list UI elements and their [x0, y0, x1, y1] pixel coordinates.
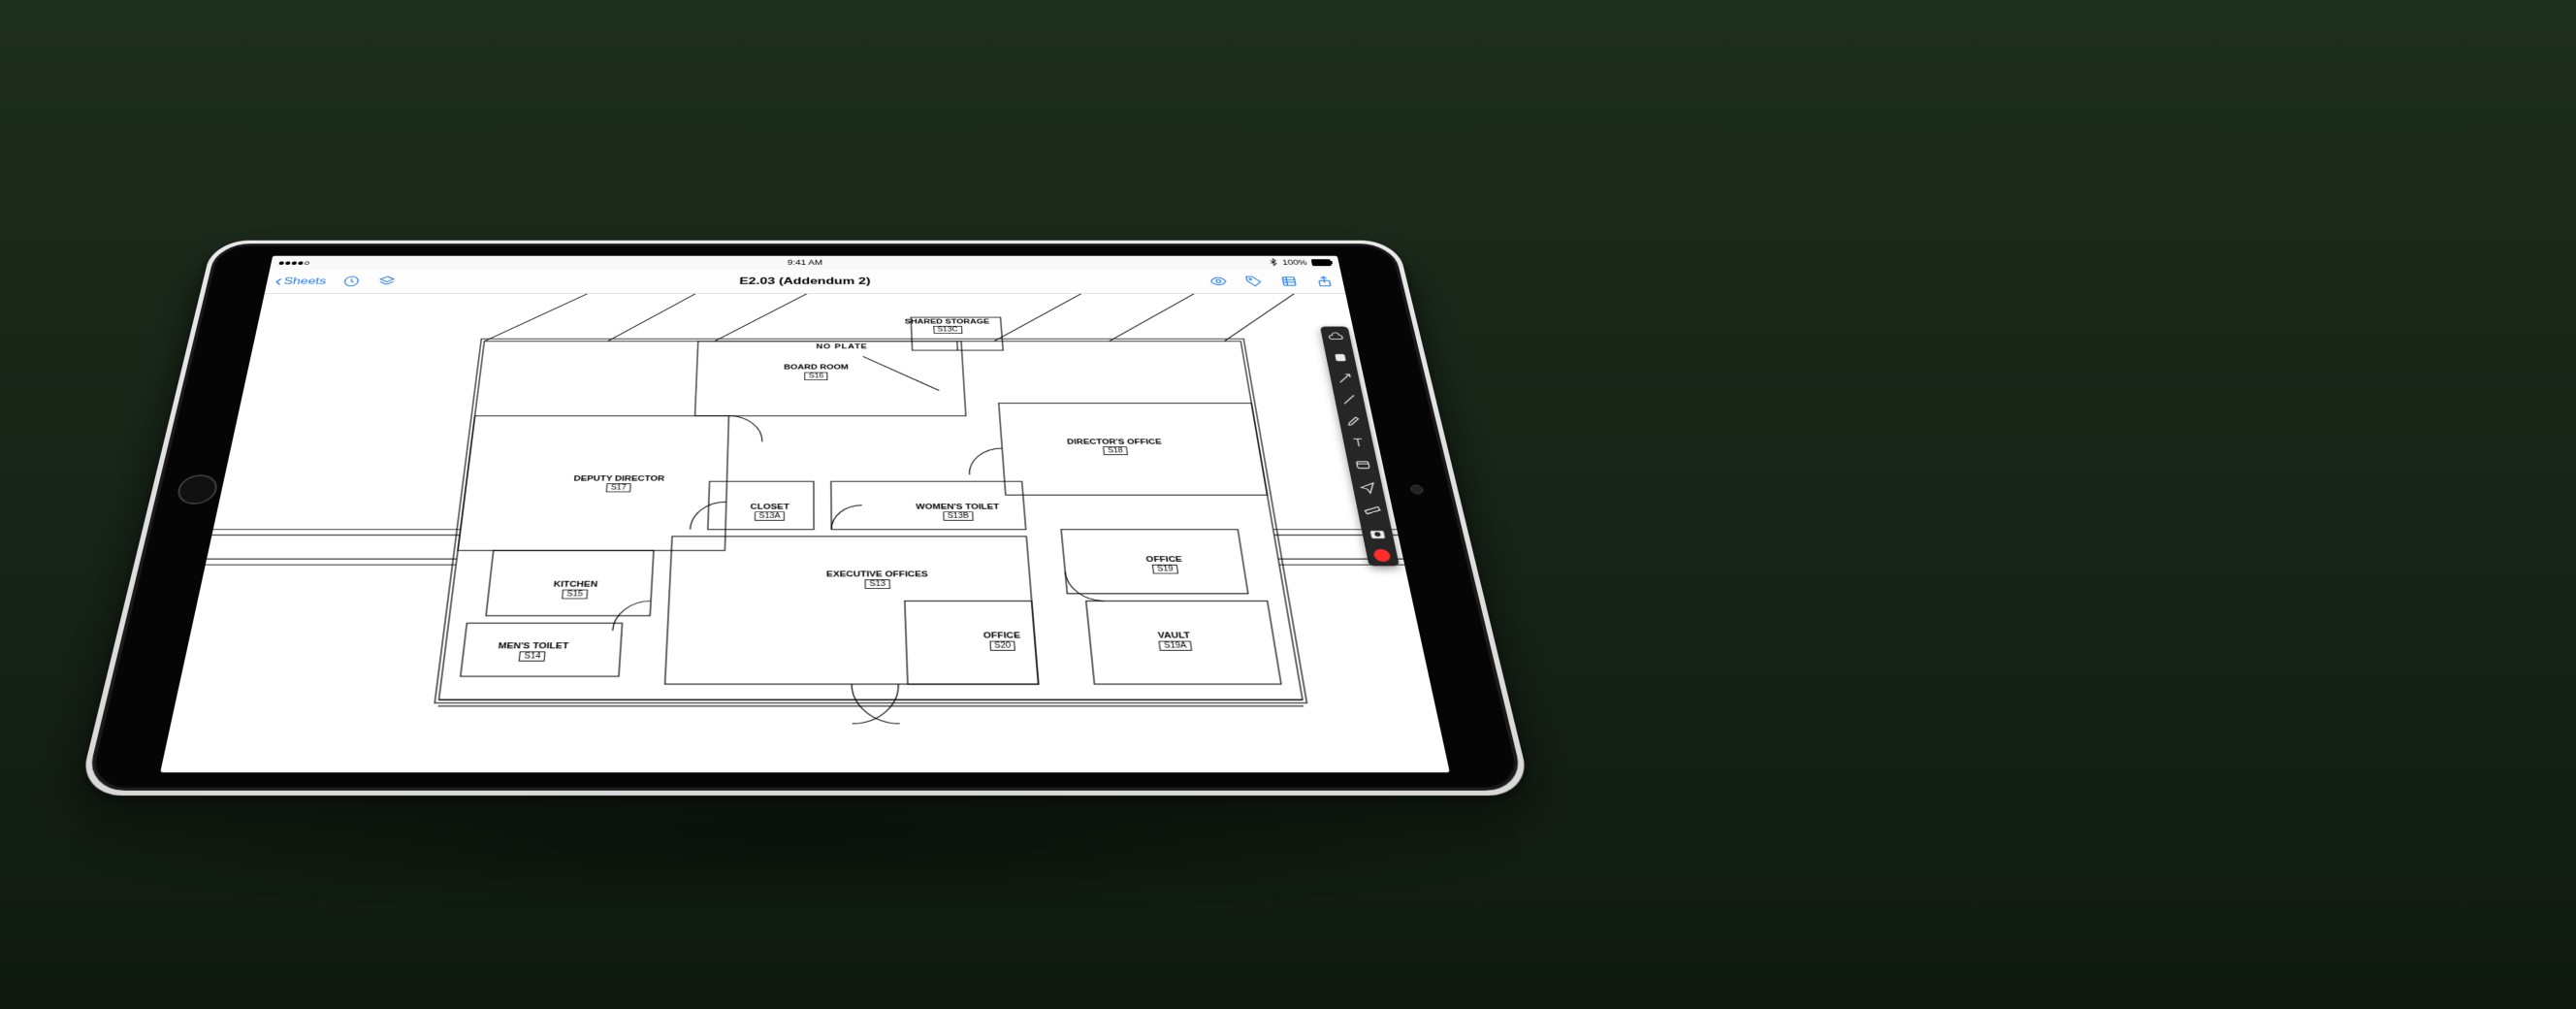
room-label: SHARED STORAGES13C: [905, 318, 990, 334]
stamp-tool-icon[interactable]: [1351, 457, 1375, 472]
room-label: EXECUTIVE OFFICESS13: [826, 570, 928, 589]
ios-status-bar: 9:41 AM 100%: [270, 256, 1340, 270]
bluetooth-icon: [1269, 258, 1278, 268]
ipad-home-button[interactable]: [175, 474, 219, 504]
floor-plan: NO PLATE SHARED STORAGES13C BOARD ROOMS16…: [160, 294, 1450, 772]
line-tool-icon[interactable]: [1337, 392, 1361, 407]
arrow-tool-icon[interactable]: [1334, 371, 1357, 385]
app-screen: 9:41 AM 100% ‹ Sheets: [160, 256, 1450, 772]
app-nav-bar: ‹ Sheets E2.03 (Addendum 2): [265, 270, 1346, 294]
room-label: WOMEN'S TOILETS13B: [916, 503, 1000, 520]
color-red-swatch[interactable]: [1372, 549, 1391, 562]
send-tool-icon[interactable]: [1356, 479, 1380, 496]
room-label: DEPUTY DIRECTORS17: [572, 474, 664, 492]
highlighter-tool-icon[interactable]: [1329, 350, 1352, 365]
carrier-signal-icon: [278, 259, 312, 267]
room-label: OFFICES19: [1145, 556, 1184, 574]
ipad-device: 9:41 AM 100% ‹ Sheets: [78, 241, 1532, 796]
plan-note-no-plate: NO PLATE: [816, 342, 867, 349]
cloud-tool-icon[interactable]: [1325, 330, 1347, 344]
pen-tool-icon[interactable]: [1342, 413, 1366, 429]
room-label: BOARD ROOMS16: [784, 364, 849, 379]
drawing-canvas[interactable]: NO PLATE SHARED STORAGES13C BOARD ROOMS16…: [160, 294, 1450, 772]
battery-icon: [1311, 259, 1332, 266]
text-tool-icon[interactable]: [1346, 435, 1370, 450]
status-time: 9:41 AM: [271, 259, 1339, 267]
ruler-tool-icon[interactable]: [1361, 503, 1385, 519]
room-label: KITCHENS15: [552, 580, 597, 599]
sheet-title: E2.03 (Addendum 2): [266, 276, 1344, 287]
room-label: DIRECTOR'S OFFICES18: [1067, 439, 1164, 455]
room-label: OFFICES20: [983, 631, 1022, 650]
camera-tool-icon[interactable]: [1366, 526, 1390, 542]
battery-percentage: 100%: [1281, 259, 1307, 267]
ipad-front-camera: [1410, 485, 1425, 495]
room-label: MEN'S TOILETS14: [497, 641, 569, 661]
room-label: CLOSETS13A: [750, 503, 789, 520]
room-label: VAULTS19A: [1157, 631, 1192, 650]
